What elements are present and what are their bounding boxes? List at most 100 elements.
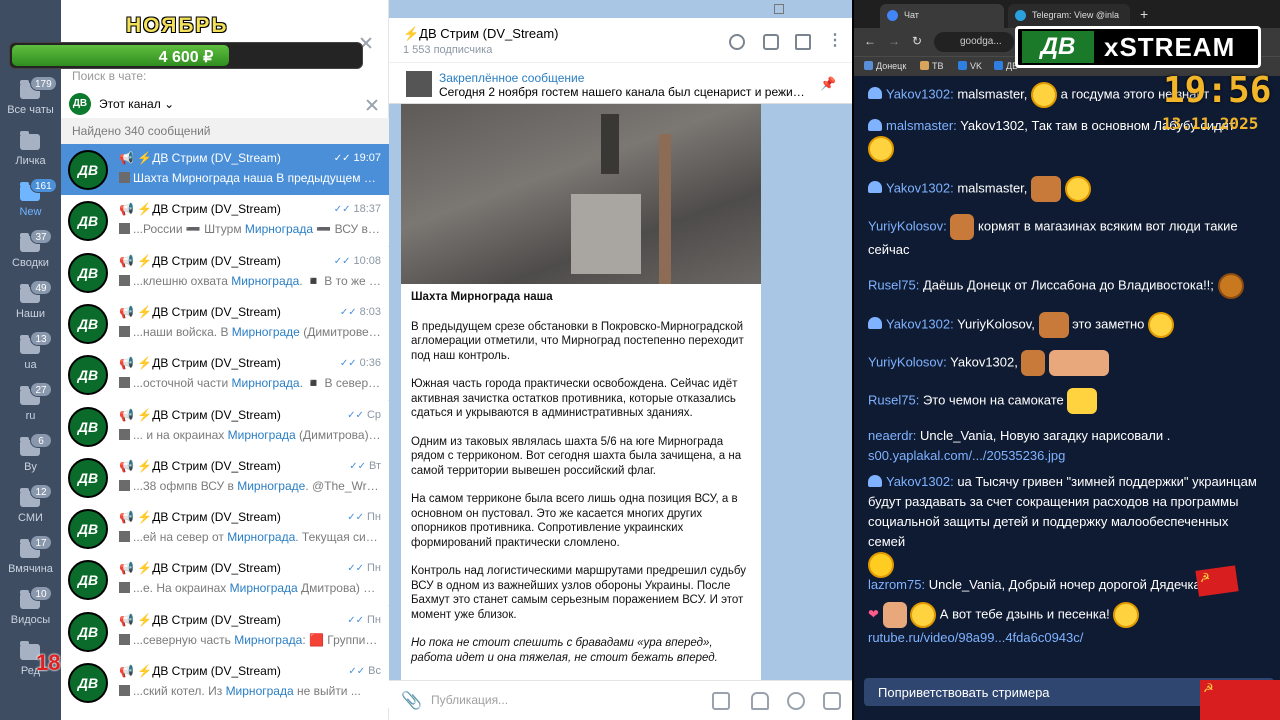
folder-smi[interactable]: 12 СМИ [0,483,61,533]
read-checks-icon: ✓✓ [333,204,351,216]
folder-label: Наши [15,308,46,320]
chat-nick[interactable]: Rusel75: [868,277,919,292]
reload-icon[interactable]: ↻ [912,34,922,48]
result-time: ✓✓ 19:07 [333,152,381,164]
chat-nick[interactable]: Yakov1302: [886,474,954,489]
telegram-icon [1015,10,1026,21]
search-icon[interactable] [729,34,745,50]
media-thumb-icon [119,274,130,286]
window-maximize-icon[interactable] [774,4,784,14]
result-title: 📢 ⚡ДВ Стрим (DV_Stream) [119,202,281,217]
search-scope-filter[interactable]: ДВ Этот канал ⌄ [61,90,389,118]
result-preview: ...38 офмпв ВСУ в Мирнограде. @The_Wrong… [119,479,381,493]
chat-message: ❤ А вот тебе дзынь и песенка! rutube.ru/… [868,602,1263,648]
search-result-row[interactable]: ДВ 📢 ⚡ДВ Стрим (DV_Stream) ✓✓ Вс ...ский кот… [61,657,389,708]
folder-nashi[interactable]: 49 Наши [0,279,61,329]
schedule-icon[interactable] [712,692,730,710]
search-result-row[interactable]: ДВ 📢 ⚡ДВ Стрим (DV_Stream) ✓✓ Пн ...северную… [61,605,389,657]
folder-svodki[interactable]: 37 Сводки [0,228,61,278]
search-result-row[interactable]: ДВ 📢 ⚡ДВ Стрим (DV_Stream) ✓✓ Ср ... и на ок… [61,400,389,452]
folder-videos[interactable]: 10 Видосы [0,585,61,635]
sidebar-toggle-icon[interactable] [795,34,811,50]
folder-by[interactable]: 6 By [0,432,61,482]
camera-icon[interactable] [823,692,841,710]
search-result-row[interactable]: ДВ 📢 ⚡ДВ Стрим (DV_Stream) ✓✓ Пн ...ей на се… [61,503,389,555]
live-stream-icon[interactable] [763,34,779,50]
pinned-title: Закреплённое сообщение [439,71,585,85]
search-result-row[interactable]: ДВ 📢 ⚡ДВ Стрим (DV_Stream) ✓✓ Вт ...38 офмпв… [61,451,389,503]
user-icon [868,475,882,487]
forward-icon[interactable]: → [888,34,900,48]
chat-link[interactable]: rutube.ru/video/98a99...4fda6c0943c/ [868,630,1083,645]
baby-emote [882,602,907,628]
vk-icon [958,61,967,70]
pinned-message[interactable]: Закреплённое сообщение Сегодня 2 ноября … [389,62,852,104]
search-highlight: Мирнограде [237,478,306,493]
folder-lichka[interactable]: Личка [0,126,61,176]
attach-icon[interactable]: 📎 [401,691,422,711]
folder-label: Все чаты [7,104,54,116]
folder-badge: 17 [30,535,52,550]
result-preview: ...ский котел. Из Мирнограда не выйти ..… [119,684,381,698]
new-tab-icon[interactable]: + [1140,6,1148,22]
tab-chat[interactable]: Чат [880,4,1004,28]
tab-telegram[interactable]: Telegram: View @inla [1008,4,1130,28]
channel-avatar: ДВ [68,406,108,447]
chat-message: Rusel75: Даёшь Донецк от Лиссабона до Вл… [868,273,1263,299]
chat-nick[interactable]: Rusel75: [868,392,919,407]
chat-nick[interactable]: Yakov1302: [886,316,954,331]
search-result-row[interactable]: ДВ 📢 ⚡ДВ Стрим (DV_Stream) ✓✓ 8:03 ...наши в… [61,297,389,349]
folder-new[interactable]: 161 New [0,177,61,227]
search-highlight: Мирнограда [227,530,296,545]
character-emote [950,214,975,240]
search-result-row[interactable]: ДВ 📢 ⚡ДВ Стрим (DV_Stream) ✓✓ 10:08 ...клешн… [61,246,389,298]
chat-nick[interactable]: YuriyKolosov: [868,354,947,369]
read-checks-icon: ✓✓ [333,255,351,267]
read-checks-icon: ✓✓ [339,306,357,318]
result-preview: ...е. На окраинах Мирнограда Дмитрова) п… [119,581,381,595]
browser-window: Чат Telegram: View @inla + ← → ↻ goodga.… [852,0,1280,720]
channel-avatar: ДВ [68,303,108,344]
search-result-row[interactable]: ДВ 📢 ⚡ДВ Стрим (DV_Stream) ✓✓ 0:36 ...осточн… [61,349,389,401]
back-icon[interactable]: ← [864,34,876,48]
channel-header[interactable]: ⚡ДВ Стрим (DV_Stream) 1 553 подписчика ⋮ [389,18,852,62]
chat-link[interactable]: s00.yaplakal.com/.../20535236.jpg [868,448,1065,463]
search-result-row[interactable]: ДВ 📢 ⚡ДВ Стрим (DV_Stream) ✓✓ 18:37 ...Росси… [61,195,389,247]
channel-avatar: ДВ [68,611,108,652]
result-title: 📢 ⚡ДВ Стрим (DV_Stream) [119,407,281,422]
chat-nick[interactable]: neaerdr: [868,428,916,443]
search-highlight: Мирнограда [229,581,298,596]
search-result-row[interactable]: ДВ 📢 ⚡ДВ Стрим (DV_Stream) ✓✓ Пн ...е. На ок… [61,554,389,606]
folder-ru[interactable]: 27 ru [0,381,61,431]
folder-ua[interactable]: 13 ua [0,330,61,380]
pin-icon[interactable]: 📌 [820,76,836,92]
more-options-icon[interactable]: ⋮ [827,33,843,50]
chat-nick[interactable]: malsmaster: [886,118,957,133]
folder-icon [20,131,40,150]
bookmark-tv[interactable]: ТВ [920,61,944,71]
chat-nick[interactable]: YuriyKolosov: [868,218,947,233]
blush-emote [910,602,937,628]
emoji-icon[interactable] [787,692,805,710]
media-thumb-icon [119,633,130,645]
bookmark-vk[interactable]: VK [958,61,982,71]
clear-scope-icon[interactable] [365,98,379,112]
ussr-flag-overlay [1200,680,1280,720]
handshake-emote [1049,350,1110,376]
folder-all-chats[interactable]: 179 Все чаты [0,75,61,125]
folder-vmyachina[interactable]: 17 Вмячина [0,534,61,584]
media-thumb-icon [119,479,130,491]
user-icon [868,119,882,131]
chat-text: malsmaster, [957,86,1028,102]
composer-input[interactable]: Публикация... [431,693,508,707]
laugh-emote [1148,312,1175,338]
address-bar[interactable]: goodga... [934,32,1014,52]
chat-nick[interactable]: Yakov1302: [886,180,954,195]
search-result-row[interactable]: ДВ 📢 ⚡ДВ Стрим (DV_Stream) ✓✓ 19:07 Шахта Ми… [61,144,389,195]
chat-nick[interactable]: Yakov1302: [886,86,954,101]
post-photo[interactable] [401,104,761,284]
bookmark-donetsk[interactable]: Донецк [864,61,906,71]
chevron-down-icon: ⌄ [164,97,175,111]
bell-icon[interactable] [751,692,769,710]
chat-nick[interactable]: lazrom75: [868,577,925,592]
